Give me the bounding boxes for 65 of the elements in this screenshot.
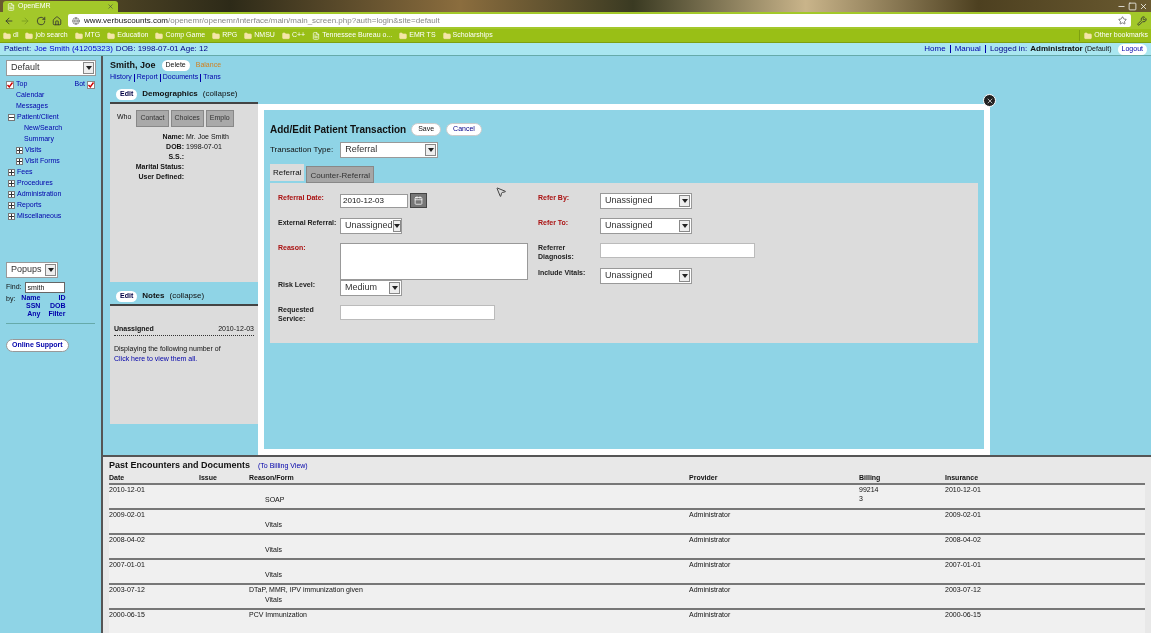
select-field[interactable]: Unassigned — [340, 218, 402, 234]
globe-icon — [72, 16, 80, 25]
popups-select[interactable]: Popups — [6, 262, 58, 278]
dialog-tab[interactable]: Counter-Referral — [306, 166, 375, 183]
folder-icon — [155, 31, 164, 40]
folder-icon — [244, 31, 253, 40]
folder-icon — [3, 31, 11, 40]
page-icon — [312, 31, 321, 40]
page-icon — [7, 2, 15, 11]
transaction-type-label: Transaction Type: — [270, 144, 334, 156]
expand-icon[interactable] — [8, 191, 15, 198]
patient-label: Patient: — [4, 43, 32, 55]
mouse-cursor-icon — [495, 186, 507, 198]
expand-icon[interactable] — [8, 180, 15, 187]
text-field[interactable] — [340, 305, 495, 320]
home-link[interactable]: Home — [924, 43, 946, 55]
view-select[interactable]: Default — [6, 60, 96, 76]
folder-icon — [442, 31, 451, 40]
reload-icon[interactable] — [36, 15, 46, 26]
transaction-type-select[interactable]: Referral — [340, 142, 439, 158]
folder-icon — [107, 31, 116, 40]
expand-icon[interactable] — [16, 147, 23, 154]
folder-icon — [212, 31, 221, 40]
folder-icon — [1084, 31, 1093, 40]
back-icon[interactable] — [4, 15, 14, 26]
reason-textarea[interactable] — [340, 243, 528, 280]
wrench-icon[interactable] — [1137, 15, 1147, 26]
collapse-link[interactable]: (collapse) — [202, 88, 238, 100]
star-icon[interactable] — [1118, 16, 1127, 25]
folder-icon — [399, 31, 408, 40]
select-field[interactable]: Unassigned — [600, 268, 692, 284]
expand-icon[interactable] — [8, 213, 15, 220]
encounters-title: Past Encounters and Documents — [109, 459, 251, 472]
select-field[interactable]: Unassigned — [600, 218, 692, 234]
folder-icon — [281, 31, 290, 40]
dialog-title: Add/Edit Patient Transaction — [270, 123, 407, 137]
collapse-link[interactable]: (collapse) — [169, 290, 205, 302]
folder-icon — [74, 31, 83, 40]
manual-link[interactable]: Manual — [954, 43, 981, 55]
expand-icon[interactable] — [8, 169, 15, 176]
date-field[interactable]: 2010-12-03 — [340, 193, 408, 208]
section-title: Notes — [142, 290, 165, 302]
select-field[interactable]: Medium — [340, 280, 402, 296]
text-field[interactable] — [600, 243, 755, 258]
address-bar[interactable]: www.verbuscounts.com/openemr/openemr/interface/main/main_screen.php?auth=login&site=default — [68, 14, 1131, 27]
checked-checkbox-icon[interactable] — [6, 80, 14, 89]
home-icon[interactable] — [52, 15, 62, 26]
patient-name: Smith, Joe — [110, 58, 156, 72]
patient-info: DOB: 1998-07-01 Age: 12 — [115, 43, 208, 55]
folder-icon — [25, 31, 34, 40]
calendar-icon — [414, 196, 423, 205]
collapse-icon[interactable] — [8, 114, 15, 121]
expand-icon[interactable] — [16, 158, 23, 165]
dialog-tab[interactable]: Referral — [270, 164, 305, 181]
select-field[interactable]: Unassigned — [600, 193, 692, 209]
expand-icon[interactable] — [8, 202, 15, 209]
maximize-icon[interactable] — [1128, 2, 1137, 11]
close-icon[interactable] — [983, 94, 996, 107]
user-name: Administrator — [1030, 43, 1083, 55]
section-title: Demographics — [142, 88, 198, 100]
logged-in-label: Logged in: — [989, 43, 1028, 55]
calendar-button[interactable] — [410, 193, 427, 208]
checked-checkbox-icon[interactable] — [87, 80, 95, 89]
patient-name-link[interactable]: Joe Smith (41205323) — [34, 43, 113, 55]
url-text: www.verbuscounts.com/openemr/openemr/interface/main/main_screen.php?auth=login&site=default — [84, 14, 441, 27]
